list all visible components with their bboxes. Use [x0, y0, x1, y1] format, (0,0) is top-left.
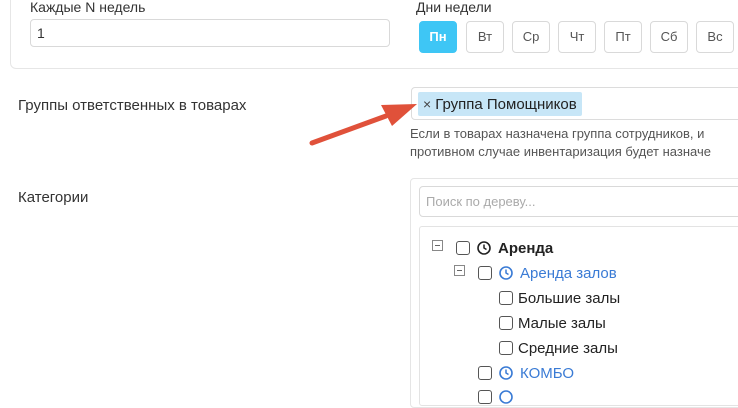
- groups-label: Группы ответственных в товарах: [18, 97, 247, 114]
- group-tag: × Группа Помощников: [418, 92, 582, 116]
- day-button-sat[interactable]: Сб: [650, 21, 688, 53]
- groups-help-line-2: противном случае инвентаризация будет на…: [410, 144, 711, 159]
- tree-node-label[interactable]: Аренда: [498, 240, 553, 257]
- tree-node-label[interactable]: Малые залы: [518, 315, 606, 332]
- checkbox[interactable]: [478, 366, 492, 380]
- tree-search-input[interactable]: [419, 186, 738, 217]
- clock-icon: [499, 390, 513, 404]
- group-tag-label: Группа Помощников: [435, 96, 577, 113]
- checkbox[interactable]: [456, 241, 470, 255]
- collapse-icon[interactable]: [454, 265, 465, 276]
- groups-help-line-1: Если в товарах назначена группа сотрудни…: [410, 126, 705, 141]
- days-label: Дни недели: [416, 0, 492, 15]
- weeks-label: Каждые N недель: [30, 0, 146, 15]
- day-button-sun[interactable]: Вс: [696, 21, 734, 53]
- day-button-tue[interactable]: Вт: [466, 21, 504, 53]
- clock-icon: [499, 266, 513, 280]
- checkbox[interactable]: [499, 341, 513, 355]
- clock-icon: [477, 241, 491, 255]
- tree-node-label[interactable]: Аренда залов: [520, 265, 617, 282]
- weeks-input[interactable]: [30, 19, 390, 47]
- categories-label: Категории: [18, 189, 89, 206]
- checkbox[interactable]: [478, 390, 492, 404]
- day-button-thu[interactable]: Чт: [558, 21, 596, 53]
- tree-node-label[interactable]: КОМБО: [520, 365, 574, 382]
- checkbox[interactable]: [478, 266, 492, 280]
- checkbox[interactable]: [499, 316, 513, 330]
- clock-icon: [499, 366, 513, 380]
- day-button-fri[interactable]: Пт: [604, 21, 642, 53]
- tree-node-label[interactable]: Средние залы: [518, 340, 618, 357]
- day-button-mon[interactable]: Пн: [419, 21, 457, 53]
- annotation-arrow-icon: [309, 104, 417, 146]
- groups-select[interactable]: × Группа Помощников: [411, 87, 738, 120]
- collapse-icon[interactable]: [432, 240, 443, 251]
- checkbox[interactable]: [499, 291, 513, 305]
- day-button-wed[interactable]: Ср: [512, 21, 550, 53]
- tree-node-label[interactable]: Большие залы: [518, 290, 620, 307]
